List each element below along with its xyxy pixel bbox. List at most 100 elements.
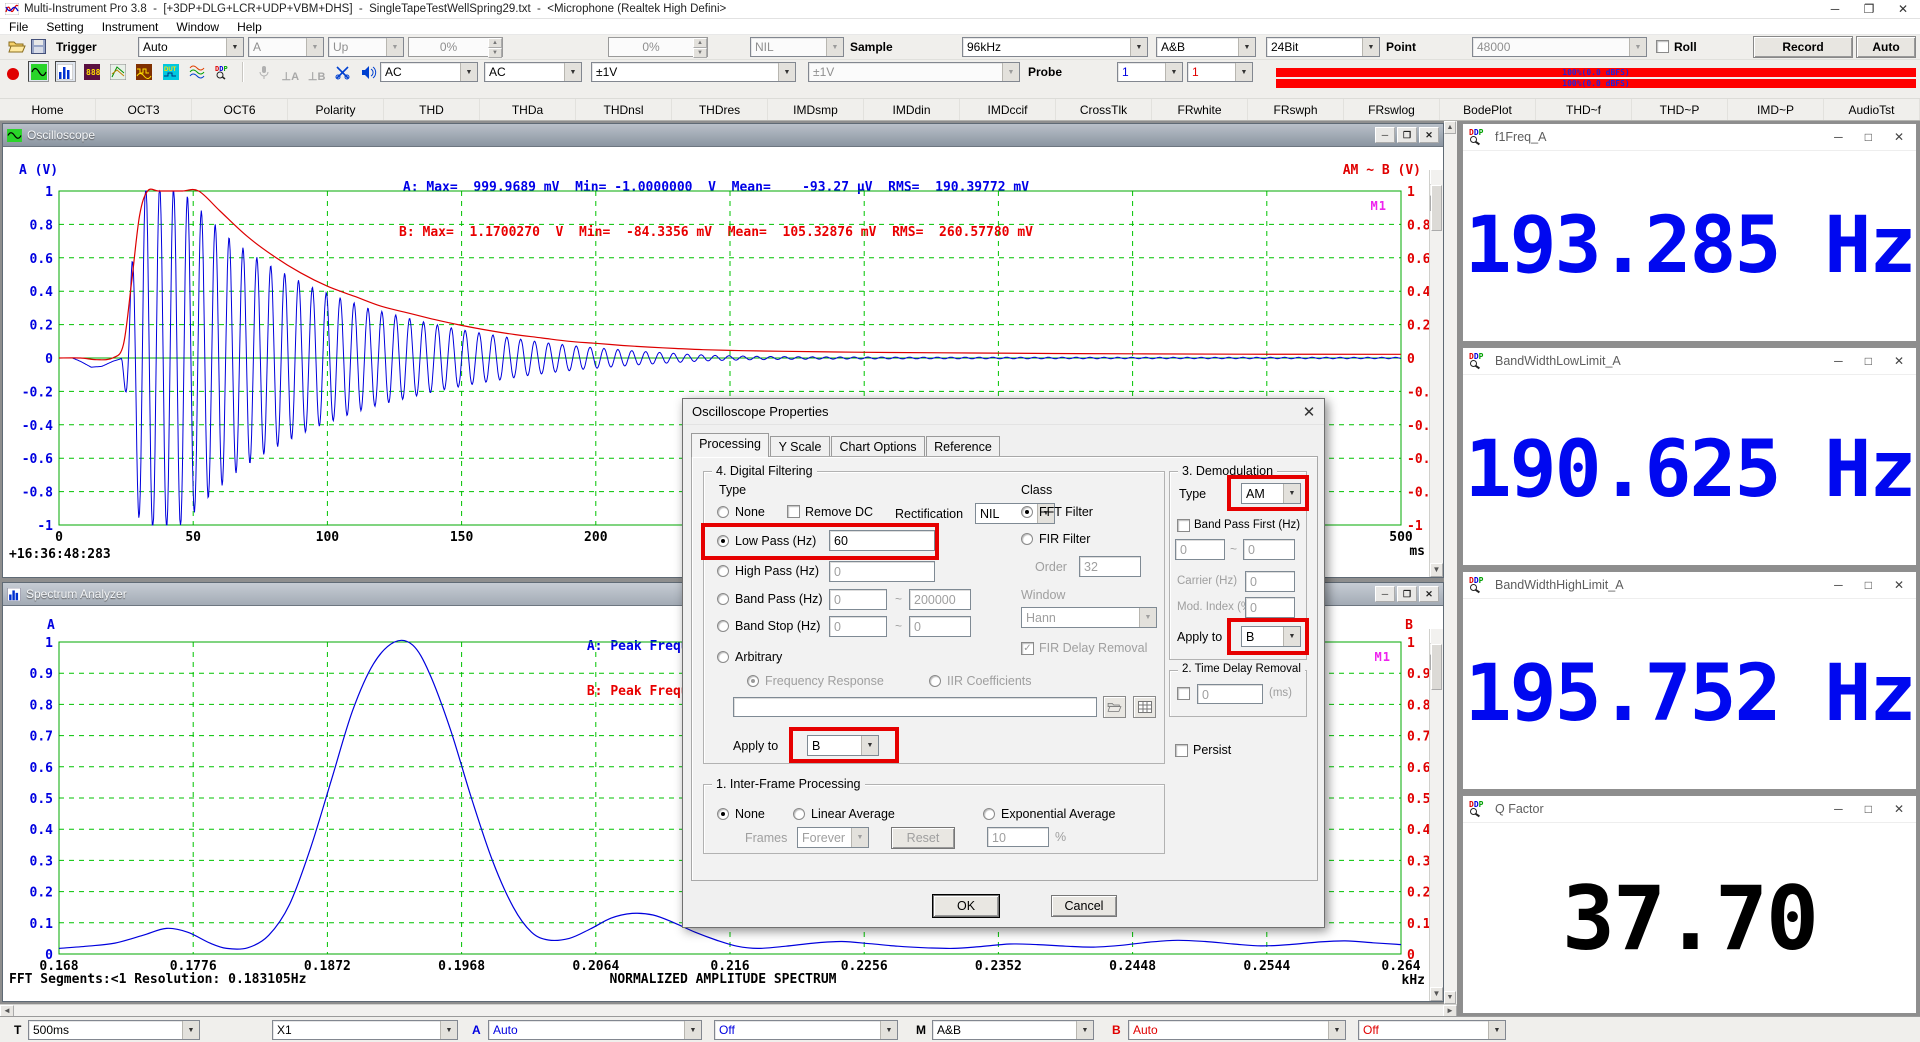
tab-processing[interactable]: Processing [691,433,769,457]
scroll-down-icon[interactable]: ▼ [1430,563,1443,577]
monitor-channels-select[interactable]: A&B▼ [932,1020,1094,1040]
multiplier-select[interactable]: X1▼ [272,1020,458,1040]
arbitrary-file-field[interactable] [733,697,1097,717]
maximize-icon[interactable]: □ [1865,802,1872,816]
maximize-icon[interactable]: □ [1865,578,1872,592]
ok-button[interactable]: OK [933,895,999,917]
close-icon[interactable]: ✕ [1886,2,1920,16]
chevron-down-icon[interactable]: ▼ [1238,38,1255,56]
tab-thd~p[interactable]: THD~P [1632,99,1728,120]
save-icon[interactable] [31,39,46,54]
ifp-none-radio[interactable] [717,808,729,820]
a-range-select[interactable]: Auto▼ [488,1020,702,1040]
tab-thd~f[interactable]: THD~f [1536,99,1632,120]
close-icon[interactable]: ✕ [1294,403,1324,421]
close-icon[interactable]: ✕ [1894,578,1904,592]
record-dot-icon[interactable] [2,63,23,84]
chevron-down-icon[interactable]: ▼ [880,1021,897,1039]
ddp-titlebar[interactable]: DDP f1Freq_A ─□✕ [1463,124,1916,151]
scrollbar-thumb[interactable] [1431,644,1442,690]
b-range-select[interactable]: Auto▼ [1128,1020,1346,1040]
tab-frswph[interactable]: FRswph [1248,99,1344,120]
vertical-scrollbar[interactable]: ▲ ▼ [1429,170,1443,577]
menu-help[interactable]: Help [228,20,271,34]
roll-checkbox[interactable] [1656,40,1669,53]
open-file-icon[interactable] [8,39,26,54]
chevron-down-icon[interactable]: ▼ [182,1021,199,1039]
scroll-down-icon[interactable]: ▼ [1444,991,1456,1004]
dialog-titlebar[interactable]: Oscilloscope Properties ✕ [683,399,1324,425]
probe-a-select[interactable]: 1▼ [1117,62,1183,82]
close-icon[interactable]: ✕ [1894,130,1904,144]
sweep-time-select[interactable]: 500ms▼ [28,1020,200,1040]
multimeter-icon[interactable]: 888 [81,61,102,82]
time-delay-checkbox[interactable] [1177,687,1190,700]
trigger-delay-spinner[interactable]: 0% ▲▼ [608,37,708,57]
auto-button[interactable]: Auto [1856,36,1916,58]
sweep-waves-icon[interactable] [186,61,207,82]
tab-bodeplot[interactable]: BodePlot [1440,99,1536,120]
chevron-down-icon[interactable]: ▼ [1076,1021,1093,1039]
record-button[interactable]: Record [1753,36,1853,58]
menu-instrument[interactable]: Instrument [93,20,168,34]
chevron-down-icon[interactable]: ▼ [1235,63,1252,81]
trigger-coupling-select[interactable]: NIL▼ [750,37,844,57]
tab-y-scale[interactable]: Y Scale [770,436,830,457]
tab-home[interactable]: Home [0,99,96,120]
restore-icon[interactable]: ❐ [1397,586,1417,602]
oscilloscope-titlebar[interactable]: Oscilloscope ─ ❐ ✕ [3,124,1443,147]
a-filter-select[interactable]: Off▼ [714,1020,898,1040]
chevron-down-icon[interactable]: ▼ [684,1021,701,1039]
close-icon[interactable]: ✕ [1894,802,1904,816]
minimize-icon[interactable]: ─ [1834,802,1843,816]
oscilloscope-icon[interactable] [28,61,49,82]
spectrum-3d-plot-icon[interactable] [107,61,128,82]
minimize-icon[interactable]: ─ [1834,130,1843,144]
close-icon[interactable]: ✕ [1419,127,1439,143]
band-stop-radio[interactable] [717,620,729,632]
menu-file[interactable]: File [0,20,37,34]
tab-polarity[interactable]: Polarity [288,99,384,120]
ddp-titlebar[interactable]: DDP BandWidthHighLimit_A ─□✕ [1463,572,1916,599]
band-pass-radio[interactable] [717,593,729,605]
chevron-down-icon[interactable]: ▼ [1362,38,1379,56]
range-a-select[interactable]: ±1V▼ [591,62,796,82]
sampling-bits-select[interactable]: 24Bit▼ [1266,37,1380,57]
menu-setting[interactable]: Setting [37,20,92,34]
minimize-icon[interactable]: ─ [1818,2,1852,16]
exponential-average-radio[interactable] [983,808,995,820]
menu-window[interactable]: Window [167,20,228,34]
sampling-rate-select[interactable]: 96kHz▼ [962,37,1148,57]
maximize-icon[interactable]: □ [1865,130,1872,144]
maximize-icon[interactable]: □ [1865,354,1872,368]
high-pass-radio[interactable] [717,565,729,577]
restore-icon[interactable]: ❐ [1397,127,1417,143]
linear-average-radio[interactable] [793,808,805,820]
trigger-source-select[interactable]: A▼ [248,37,324,57]
spin-down-icon[interactable]: ▼ [488,48,502,58]
chevron-down-icon[interactable]: ▼ [1488,1021,1505,1039]
minimize-icon[interactable]: ─ [1834,578,1843,592]
sampling-channels-select[interactable]: A&B▼ [1156,37,1256,57]
close-icon[interactable]: ✕ [1419,586,1439,602]
arbitrary-radio[interactable] [717,651,729,663]
ddp-titlebar[interactable]: DDP Q Factor ─□✕ [1463,796,1916,823]
coupling-b-select[interactable]: AC▼ [484,62,582,82]
scroll-up-icon[interactable]: ▲ [1444,121,1456,134]
tab-thda[interactable]: THDa [480,99,576,120]
tab-chart-options[interactable]: Chart Options [831,436,925,457]
spectrum-analyzer-icon[interactable] [55,61,76,82]
filter-none-radio[interactable] [717,506,729,518]
close-icon[interactable]: ✕ [1894,354,1904,368]
spin-up-icon[interactable]: ▲ [693,38,707,48]
trigger-mode-select[interactable]: Auto▼ [138,37,244,57]
minimize-icon[interactable]: ─ [1375,127,1395,143]
coupling-a-select[interactable]: AC▼ [380,62,478,82]
scroll-down-icon[interactable]: ▼ [1430,987,1443,1001]
tab-imdccif[interactable]: IMDccif [960,99,1056,120]
trigger-level-spinner[interactable]: 0% ▲▼ [408,37,503,57]
tab-frwhite[interactable]: FRwhite [1152,99,1248,120]
minimize-icon[interactable]: ─ [1834,354,1843,368]
scrollbar-thumb[interactable] [1431,185,1442,231]
tab-thdres[interactable]: THDres [672,99,768,120]
